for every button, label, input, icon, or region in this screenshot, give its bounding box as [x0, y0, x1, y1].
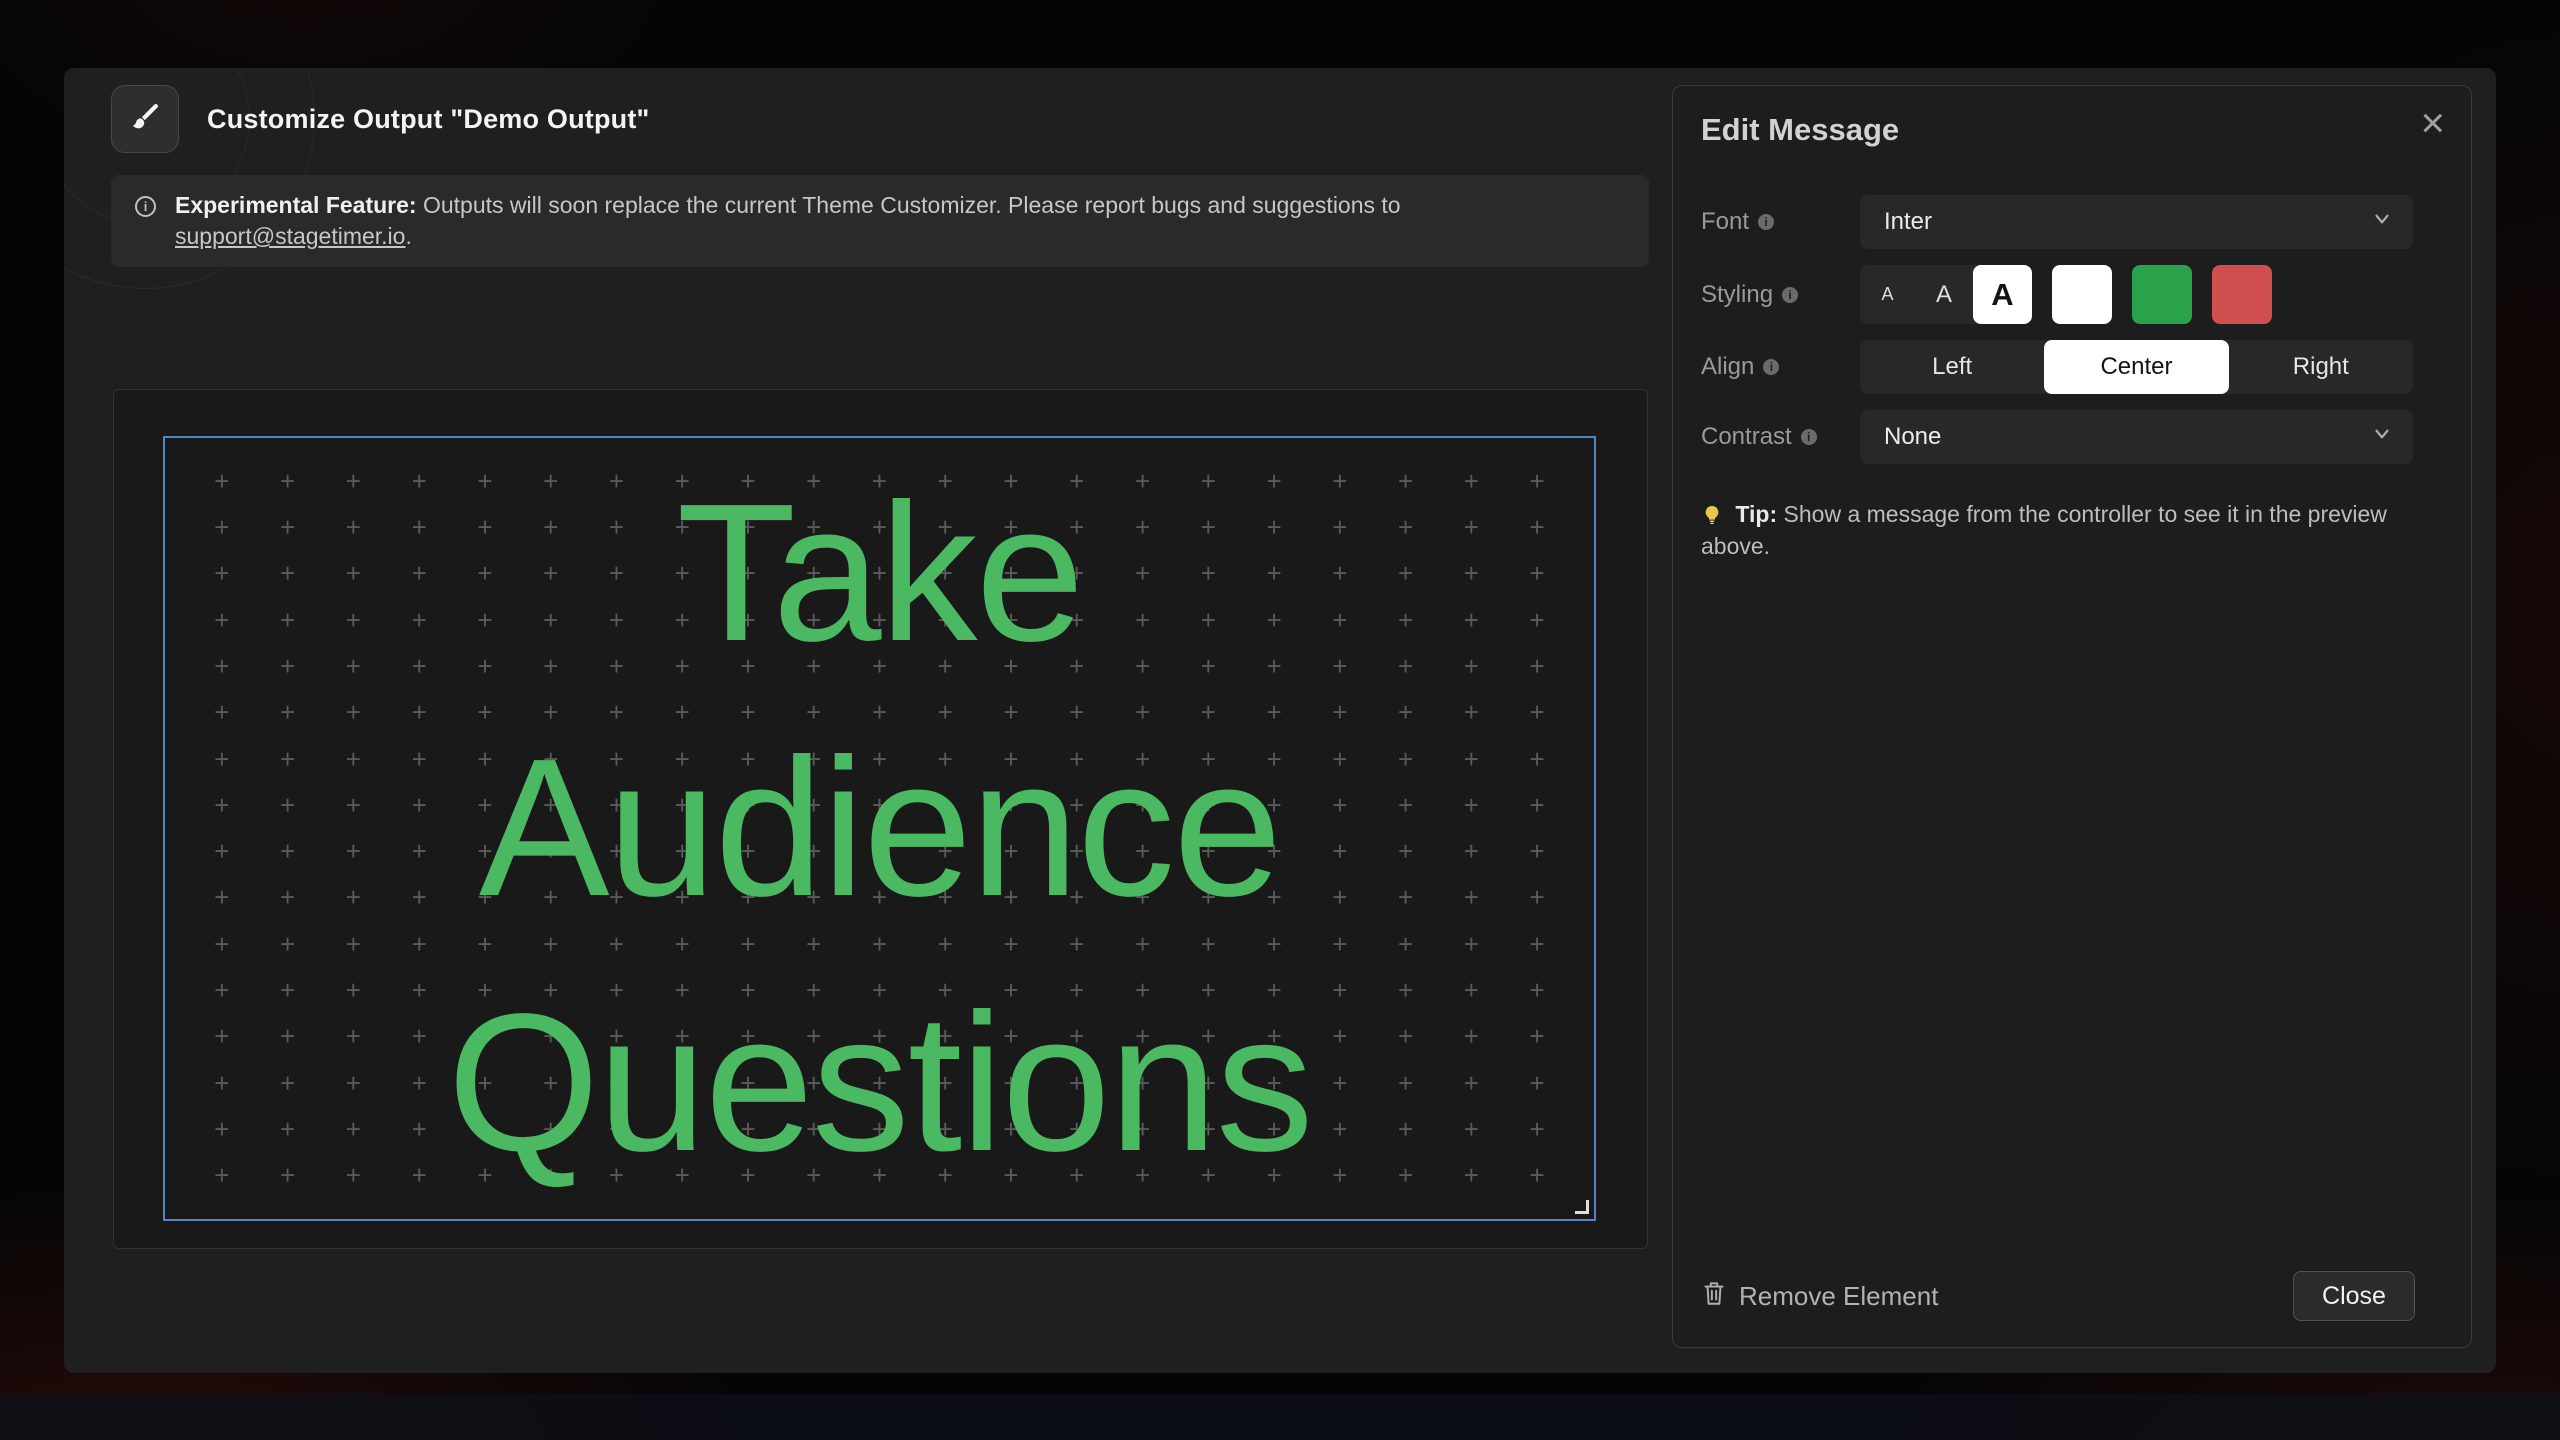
align-label-text: Align [1701, 353, 1754, 381]
text-size-large-button[interactable]: A [1973, 265, 2032, 324]
chevron-down-icon [2371, 423, 2393, 452]
banner-body: Outputs will soon replace the current Th… [417, 192, 1401, 218]
remove-element-label: Remove Element [1739, 1281, 1938, 1312]
experimental-feature-banner: i Experimental Feature: Outputs will soo… [111, 175, 1649, 267]
dialog-header: Customize Output "Demo Output" [111, 85, 650, 153]
align-row: Align i Left Center Right [1701, 340, 2413, 394]
info-icon: i [1763, 359, 1779, 375]
panel-rows: Font i Inter Styling [1701, 195, 2413, 562]
brush-icon-button[interactable] [111, 85, 179, 153]
chevron-down-icon [2371, 208, 2393, 237]
align-right-button[interactable]: Right [2229, 340, 2413, 394]
contrast-select[interactable]: None [1860, 410, 2413, 464]
align-group: Left Center Right [1860, 340, 2413, 394]
info-icon: i [1801, 429, 1817, 445]
banner-bold-label: Experimental Feature: [175, 192, 417, 218]
contrast-select-value: None [1884, 423, 1941, 451]
banner-period: . [405, 223, 411, 249]
color-swatch-white[interactable] [2052, 265, 2112, 324]
banner-text: Experimental Feature: Outputs will soon … [175, 190, 1621, 252]
color-swatch-red[interactable] [2212, 265, 2272, 324]
font-select[interactable]: Inter [1860, 195, 2413, 249]
contrast-label-text: Contrast [1701, 423, 1792, 451]
font-row: Font i Inter [1701, 195, 2413, 249]
text-size-medium-button[interactable]: A [1915, 265, 1973, 324]
remove-element-button[interactable]: Remove Element [1701, 1279, 1938, 1314]
text-size-group: A A A [1860, 265, 2032, 324]
dialog-title: Customize Output "Demo Output" [207, 104, 650, 135]
contrast-row: Contrast i None [1701, 410, 2413, 464]
styling-label: Styling i [1701, 281, 1860, 309]
brush-icon [128, 100, 162, 139]
trash-icon [1701, 1279, 1727, 1314]
info-icon: i [1758, 214, 1774, 230]
font-label: Font i [1701, 208, 1860, 236]
close-icon[interactable]: × [2420, 102, 2445, 144]
color-swatch-green[interactable] [2132, 265, 2192, 324]
tip-body: Show a message from the controller to se… [1701, 501, 2387, 559]
lightbulb-icon [1701, 501, 1735, 527]
customize-output-dialog: Customize Output "Demo Output" i Experim… [64, 68, 2496, 1373]
align-left-button[interactable]: Left [1860, 340, 2044, 394]
message-line: Audience [479, 701, 1280, 956]
text-size-small-button[interactable]: A [1860, 265, 1915, 324]
panel-footer: Remove Element Close [1701, 1271, 2415, 1321]
resize-handle[interactable] [1575, 1200, 1589, 1214]
close-button[interactable]: Close [2293, 1271, 2415, 1321]
styling-row: Styling i A A A [1701, 265, 2413, 324]
background-glow [0, 1394, 2560, 1440]
output-preview: ++++++++++++++++++++++++++++++++++++++++… [113, 389, 1648, 1249]
align-center-button[interactable]: Center [2044, 340, 2228, 394]
message-line: Questions [447, 956, 1311, 1211]
align-label: Align i [1701, 353, 1860, 381]
tip-text: Tip: Show a message from the controller … [1701, 498, 2393, 562]
app-background: Customize Output "Demo Output" i Experim… [0, 0, 2560, 1440]
info-icon: i [1782, 287, 1798, 303]
styling-label-text: Styling [1701, 281, 1773, 309]
support-email-link[interactable]: support@stagetimer.io [175, 223, 405, 249]
message-element-selection[interactable]: ++++++++++++++++++++++++++++++++++++++++… [163, 436, 1596, 1221]
edit-message-panel: Edit Message × Font i Inter [1672, 85, 2472, 1348]
tip-label: Tip: [1735, 501, 1777, 527]
contrast-label: Contrast i [1701, 423, 1860, 451]
font-label-text: Font [1701, 208, 1749, 236]
message-line: Take [676, 446, 1082, 701]
panel-title: Edit Message [1701, 112, 1899, 148]
info-icon: i [135, 196, 156, 217]
message-text: Take Audience Questions [165, 438, 1594, 1219]
font-select-value: Inter [1884, 208, 1932, 236]
